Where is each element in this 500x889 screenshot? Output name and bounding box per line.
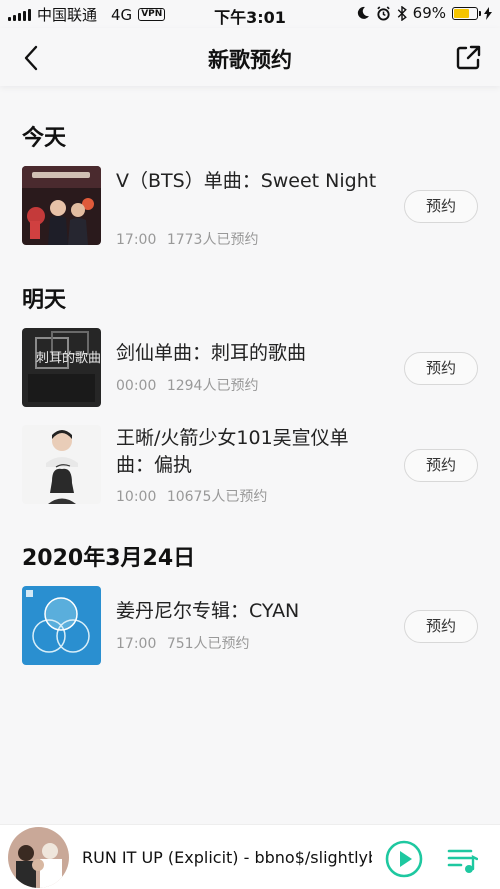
reserve-button[interactable]: 预约	[404, 352, 478, 385]
reservation-count: 10675人已预约	[166, 489, 268, 505]
song-title: 姜丹尼尔专辑：CYAN	[116, 600, 300, 622]
battery-percent: 69%	[412, 4, 446, 22]
back-button[interactable]	[14, 40, 50, 76]
section-title-today: 今天	[22, 126, 67, 151]
song-title: 王晰/火箭少女101吴宣仪单曲：偏执	[116, 427, 349, 476]
chevron-left-icon	[24, 45, 38, 71]
battery-fill	[454, 8, 470, 18]
reservation-count: 1773人已预约	[166, 232, 259, 248]
charging-icon	[484, 6, 492, 20]
release-time: 00:00	[116, 378, 157, 394]
section-title-tomorrow: 明天	[22, 288, 67, 313]
album-cover	[22, 425, 101, 504]
reservation-count: 1294人已预约	[166, 378, 259, 394]
album-cover	[22, 166, 101, 245]
release-time: 10:00	[116, 489, 157, 505]
cover-text: 刺耳的歌曲	[36, 350, 101, 366]
share-external-icon	[456, 45, 481, 70]
nav-bar: 新歌预约	[0, 28, 500, 86]
song-meta: 00:00 1294人已预约	[116, 375, 258, 395]
release-time: 17:00	[116, 636, 157, 652]
album-cover	[22, 586, 101, 665]
list-item[interactable]: V（BTS）单曲：Sweet Night 17:00 1773人已预约 预约	[0, 166, 500, 250]
reserve-button[interactable]: 预约	[404, 610, 478, 643]
song-title: 剑仙单曲：刺耳的歌曲	[116, 342, 307, 364]
now-playing-title[interactable]: RUN IT UP (Explicit) - bbno$/slightlybla…	[82, 848, 372, 867]
play-circle-icon[interactable]	[385, 840, 423, 878]
moon-icon	[357, 6, 369, 19]
mini-player[interactable]: RUN IT UP (Explicit) - bbno$/slightlybla…	[0, 824, 500, 889]
list-item[interactable]: 刺耳的歌曲 剑仙单曲：刺耳的歌曲 00:00 1294人已预约 预约	[0, 328, 500, 412]
album-cover: 刺耳的歌曲	[22, 328, 101, 407]
song-meta: 17:00 1773人已预约	[116, 229, 258, 249]
status-bar: 中国联通 4G VPN 下午3:01 69%	[0, 0, 500, 28]
alarm-icon	[376, 5, 390, 21]
song-meta: 17:00 751人已预约	[116, 633, 250, 653]
battery-icon	[452, 6, 481, 20]
reservation-list: 今天 V（BTS）单曲：Sweet Night 17:00 1773人已预约 预…	[0, 86, 500, 824]
song-title: V（BTS）单曲：Sweet Night	[116, 170, 377, 192]
bluetooth-icon	[397, 5, 407, 21]
reserve-button[interactable]: 预约	[404, 190, 478, 223]
now-playing-cover[interactable]	[8, 827, 69, 888]
status-right: 69%	[356, 4, 492, 22]
release-time: 17:00	[116, 232, 157, 248]
share-button[interactable]	[450, 40, 486, 76]
page-title: 新歌预约	[208, 48, 292, 72]
section-title-date: 2020年3月24日	[22, 546, 196, 571]
reserve-button[interactable]: 预约	[404, 449, 478, 482]
list-item[interactable]: 王晰/火箭少女101吴宣仪单曲：偏执 10:00 10675人已预约 预约	[0, 425, 500, 509]
list-item[interactable]: 姜丹尼尔专辑：CYAN 17:00 751人已预约 预约	[0, 586, 500, 670]
playlist-icon[interactable]	[446, 844, 478, 876]
reservation-count: 751人已预约	[166, 636, 250, 652]
song-meta: 10:00 10675人已预约	[116, 486, 267, 506]
